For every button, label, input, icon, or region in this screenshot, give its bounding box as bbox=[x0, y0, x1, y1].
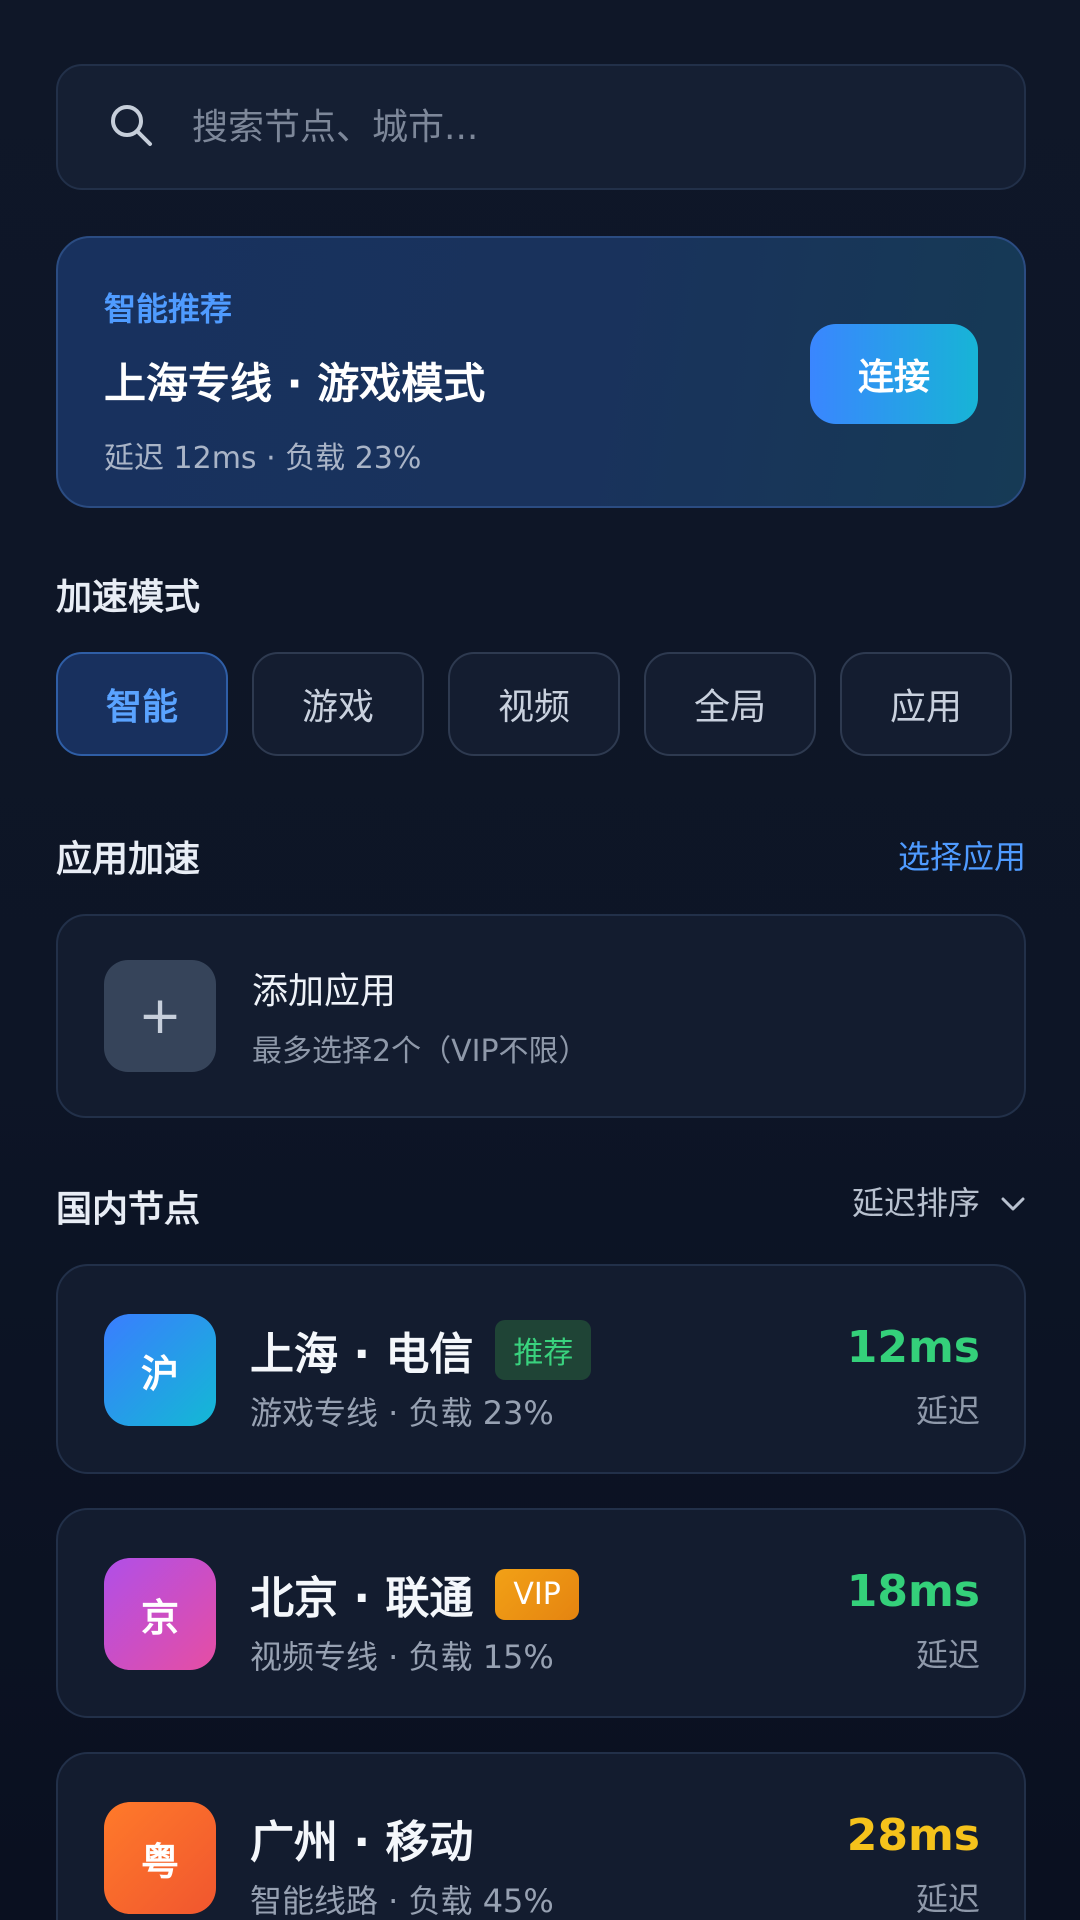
node-desc: 智能线路 · 负载 45% bbox=[250, 1882, 554, 1920]
city-badge: 京 bbox=[104, 1558, 216, 1670]
mode-chip-smart[interactable]: 智能 bbox=[56, 652, 228, 756]
sort-label: 延迟排序 bbox=[851, 1184, 980, 1222]
node-name-text: 上海 · 电信 bbox=[250, 1329, 474, 1380]
node-name: 上海 · 电信 推荐 bbox=[250, 1318, 592, 1382]
add-app-subtitle: 最多选择2个（VIP不限） bbox=[252, 1034, 589, 1069]
mode-chip-group: 智能 游戏 视频 全局 应用 bbox=[56, 652, 1012, 756]
node-card-guangzhou[interactable]: 粤 广州 · 移动 智能线路 · 负载 45% 28ms 延迟 bbox=[56, 1752, 1026, 1920]
node-selection-screen: 智能推荐 上海专线 · 游戏模式 延迟 12ms · 负载 23% 连接 加速模… bbox=[0, 0, 1080, 1920]
select-app-link[interactable]: 选择应用 bbox=[898, 832, 1026, 878]
recommend-meta: 延迟 12ms · 负载 23% bbox=[104, 441, 422, 476]
search-bar[interactable] bbox=[56, 64, 1026, 190]
app-section-title: 应用加速 bbox=[56, 839, 201, 880]
node-latency: 18ms bbox=[846, 1566, 980, 1617]
node-latency-label: 延迟 bbox=[915, 1636, 980, 1674]
node-name: 北京 · 联通 VIP bbox=[250, 1562, 579, 1626]
node-latency-label: 延迟 bbox=[915, 1392, 980, 1430]
node-card-shanghai[interactable]: 沪 上海 · 电信 推荐 游戏专线 · 负载 23% 12ms 延迟 bbox=[56, 1264, 1026, 1474]
node-card-beijing[interactable]: 京 北京 · 联通 VIP 视频专线 · 负载 15% 18ms 延迟 bbox=[56, 1508, 1026, 1718]
city-badge: 粤 bbox=[104, 1802, 216, 1914]
mode-chip-video[interactable]: 视频 bbox=[448, 652, 620, 756]
search-input[interactable] bbox=[192, 106, 1024, 148]
node-latency-label: 延迟 bbox=[915, 1880, 980, 1918]
mode-chip-global[interactable]: 全局 bbox=[644, 652, 816, 756]
node-latency: 12ms bbox=[846, 1322, 980, 1373]
mode-chip-game[interactable]: 游戏 bbox=[252, 652, 424, 756]
sort-dropdown[interactable]: 延迟排序 bbox=[852, 1178, 1026, 1224]
search-icon bbox=[106, 100, 156, 154]
node-desc: 游戏专线 · 负载 23% bbox=[250, 1394, 554, 1432]
domestic-section-title: 国内节点 bbox=[56, 1189, 201, 1230]
chevron-down-icon bbox=[1000, 1182, 1026, 1220]
mode-chip-app[interactable]: 应用 bbox=[840, 652, 1012, 756]
node-name: 广州 · 移动 bbox=[250, 1806, 473, 1870]
node-name-text: 北京 · 联通 bbox=[250, 1573, 474, 1624]
mode-section-title: 加速模式 bbox=[56, 577, 201, 618]
plus-icon: + bbox=[104, 960, 216, 1072]
vip-tag: VIP bbox=[495, 1568, 579, 1620]
node-name-text: 广州 · 移动 bbox=[250, 1817, 474, 1868]
node-latency: 28ms bbox=[846, 1810, 980, 1861]
city-badge: 沪 bbox=[104, 1314, 216, 1426]
add-app-card[interactable]: + 添加应用 最多选择2个（VIP不限） bbox=[56, 914, 1026, 1118]
node-desc: 视频专线 · 负载 15% bbox=[250, 1638, 554, 1676]
connect-button[interactable]: 连接 bbox=[810, 324, 978, 424]
smart-recommend-card: 智能推荐 上海专线 · 游戏模式 延迟 12ms · 负载 23% 连接 bbox=[56, 236, 1026, 508]
recommend-tag: 推荐 bbox=[495, 1320, 592, 1380]
add-app-title: 添加应用 bbox=[252, 971, 397, 1012]
